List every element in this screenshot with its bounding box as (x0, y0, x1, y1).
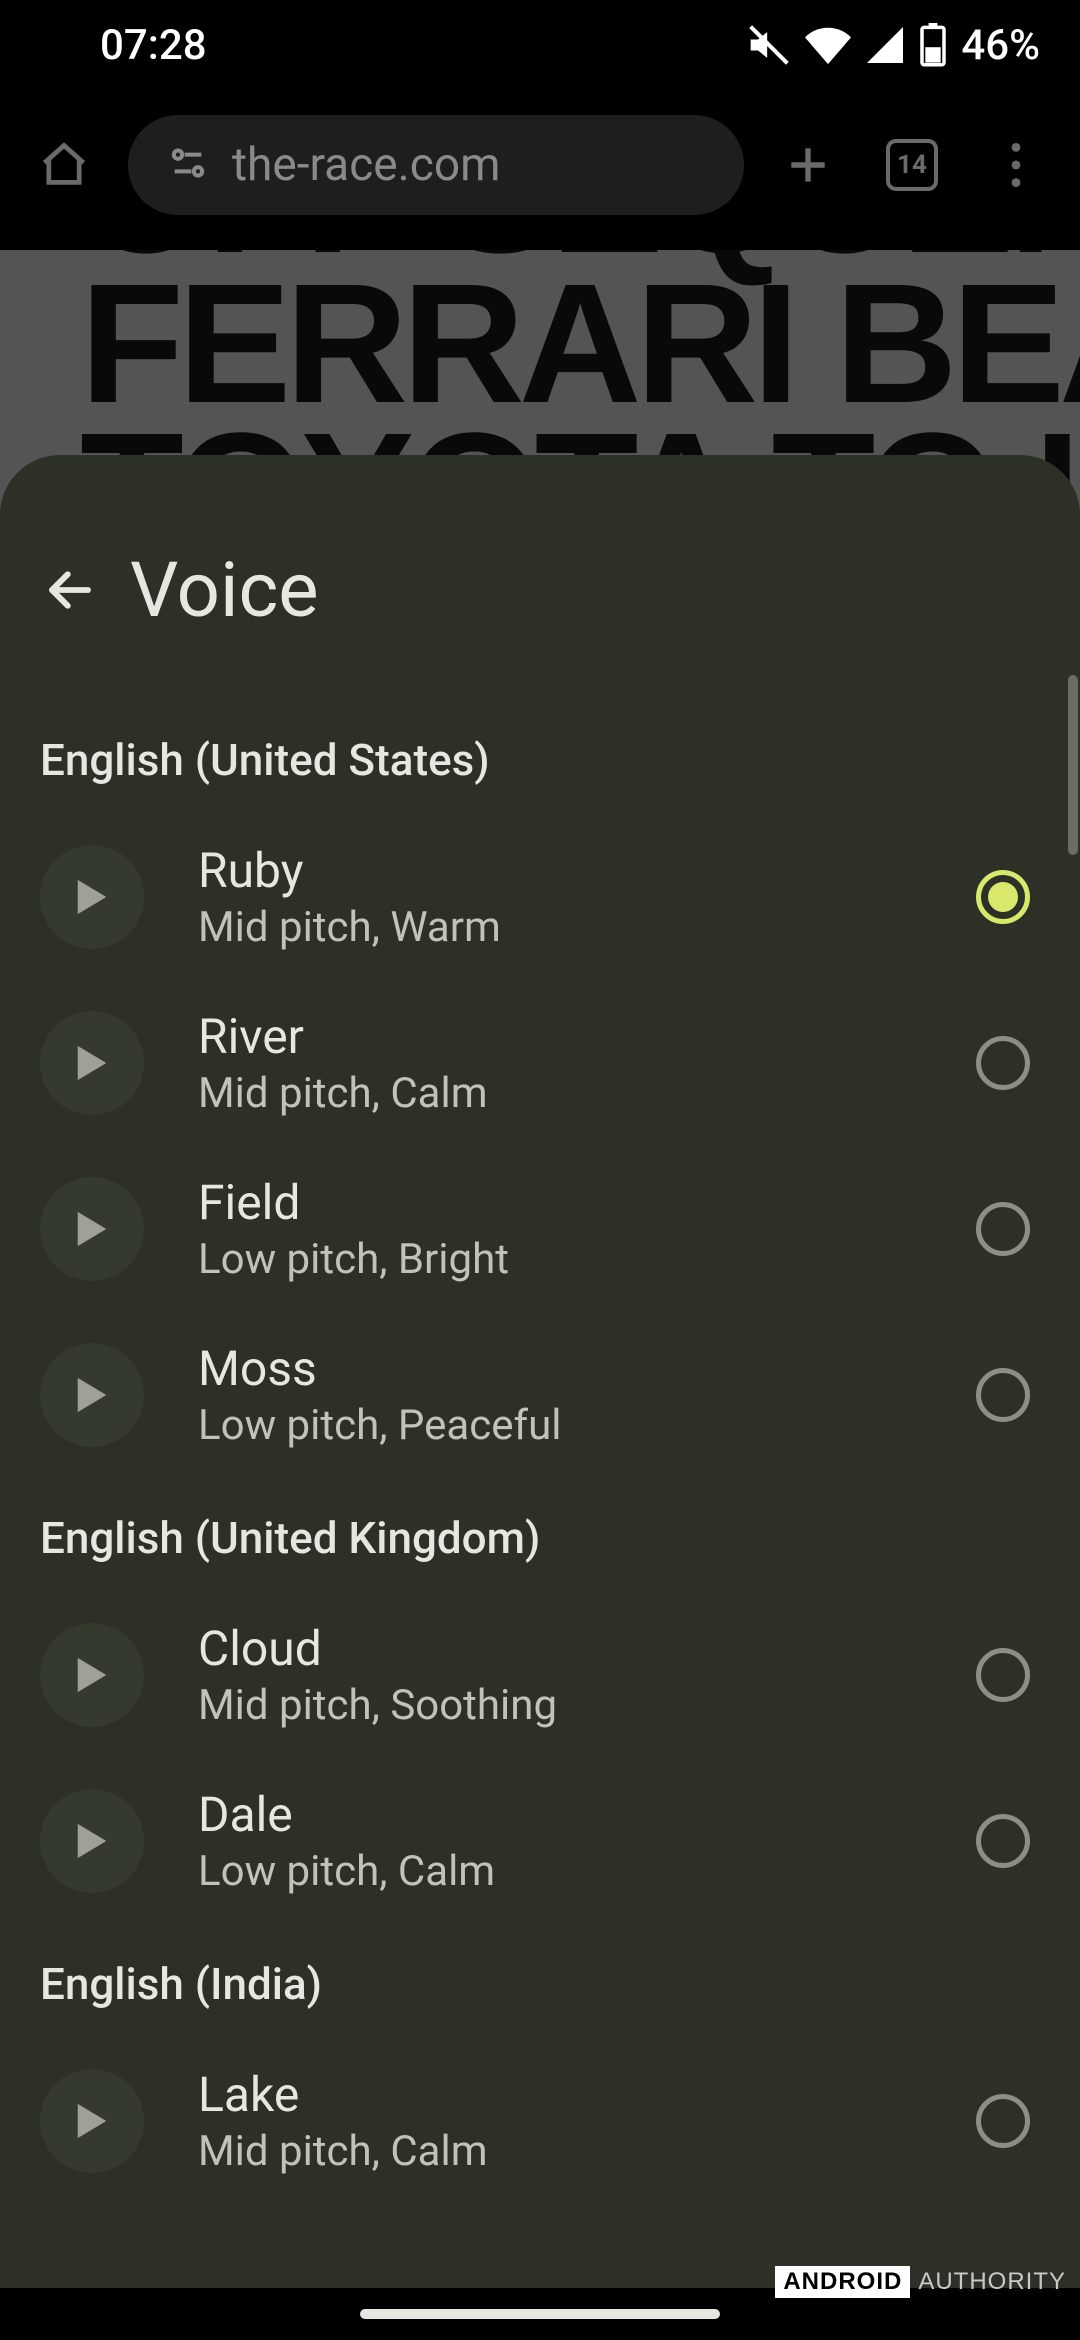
voice-row[interactable]: LakeMid pitch, Calm (0, 2038, 1080, 2204)
voice-section-label: English (United Kingdom) (0, 1478, 1080, 1592)
battery-icon (919, 23, 947, 67)
signal-icon (865, 25, 905, 65)
radio-button[interactable] (976, 1648, 1030, 1702)
play-button[interactable] (40, 1177, 144, 1281)
voice-name: Field (198, 1174, 922, 1231)
mute-icon (747, 23, 791, 67)
voice-desc: Low pitch, Calm (198, 1847, 922, 1896)
more-menu-button[interactable] (976, 125, 1056, 205)
voice-texts: RiverMid pitch, Calm (198, 1008, 922, 1118)
play-button[interactable] (40, 1789, 144, 1893)
sheet-content[interactable]: English (United States) RubyMid pitch, Wa… (0, 700, 1080, 2288)
voice-row[interactable]: RiverMid pitch, Calm (0, 980, 1080, 1146)
voice-desc: Mid pitch, Soothing (198, 1681, 922, 1730)
tab-count: 14 (897, 150, 927, 180)
battery-percent: 46% (961, 21, 1040, 70)
back-button[interactable] (40, 560, 100, 620)
voice-row[interactable]: MossLow pitch, Peaceful (0, 1312, 1080, 1478)
voice-texts: CloudMid pitch, Soothing (198, 1620, 922, 1730)
radio-button[interactable] (976, 1368, 1030, 1422)
voice-desc: Mid pitch, Calm (198, 1069, 922, 1118)
radio-button[interactable] (976, 1202, 1030, 1256)
home-button[interactable] (24, 125, 104, 205)
browser-toolbar: the-race.com 14 (0, 100, 1080, 230)
voice-texts: FieldLow pitch, Bright (198, 1174, 922, 1284)
voice-name: Moss (198, 1340, 922, 1397)
voice-row[interactable]: RubyMid pitch, Warm (0, 814, 1080, 980)
radio-button[interactable] (976, 2094, 1030, 2148)
voice-name: River (198, 1008, 922, 1065)
voice-texts: RubyMid pitch, Warm (198, 842, 922, 952)
voice-name: Cloud (198, 1620, 922, 1677)
new-tab-button[interactable] (768, 125, 848, 205)
voice-section-label: English (United States) (0, 700, 1080, 814)
radio-button[interactable] (976, 870, 1030, 924)
voice-name: Ruby (198, 842, 922, 899)
url-bar[interactable]: the-race.com (128, 115, 744, 215)
voice-name: Dale (198, 1786, 922, 1843)
play-button[interactable] (40, 1343, 144, 1447)
voice-texts: LakeMid pitch, Calm (198, 2066, 922, 2176)
voice-desc: Low pitch, Bright (198, 1235, 922, 1284)
watermark: ANDROID AUTHORITY (775, 2266, 1074, 2298)
sheet-title: Voice (130, 545, 319, 635)
url-text: the-race.com (232, 138, 500, 192)
watermark-part1: ANDROID (775, 2266, 910, 2298)
radio-button[interactable] (976, 1814, 1030, 1868)
play-button[interactable] (40, 2069, 144, 2173)
play-button[interactable] (40, 1011, 144, 1115)
voice-texts: DaleLow pitch, Calm (198, 1786, 922, 1896)
voice-desc: Mid pitch, Calm (198, 2127, 922, 2176)
voice-texts: MossLow pitch, Peaceful (198, 1340, 922, 1450)
voice-desc: Low pitch, Peaceful (198, 1401, 922, 1450)
status-bar: 07:28 46% (0, 0, 1080, 90)
voice-row[interactable]: DaleLow pitch, Calm (0, 1758, 1080, 1924)
voice-row[interactable]: CloudMid pitch, Soothing (0, 1592, 1080, 1758)
watermark-part2: AUTHORITY (910, 2266, 1074, 2298)
play-button[interactable] (40, 1623, 144, 1727)
voice-row[interactable]: FieldLow pitch, Bright (0, 1146, 1080, 1312)
voice-desc: Mid pitch, Warm (198, 903, 922, 952)
tab-switcher-button[interactable]: 14 (872, 125, 952, 205)
status-right: 46% (747, 21, 1040, 70)
radio-button[interactable] (976, 1036, 1030, 1090)
gesture-bar[interactable] (360, 2309, 720, 2319)
wifi-icon (805, 25, 851, 65)
voice-sheet: Voice English (United States)RubyMid pit… (0, 455, 1080, 2288)
status-time: 07:28 (100, 21, 207, 70)
voice-section-label: English (India) (0, 1924, 1080, 2038)
voice-name: Lake (198, 2066, 922, 2123)
sheet-header: Voice (0, 455, 1080, 695)
play-button[interactable] (40, 845, 144, 949)
site-settings-icon (168, 143, 208, 187)
